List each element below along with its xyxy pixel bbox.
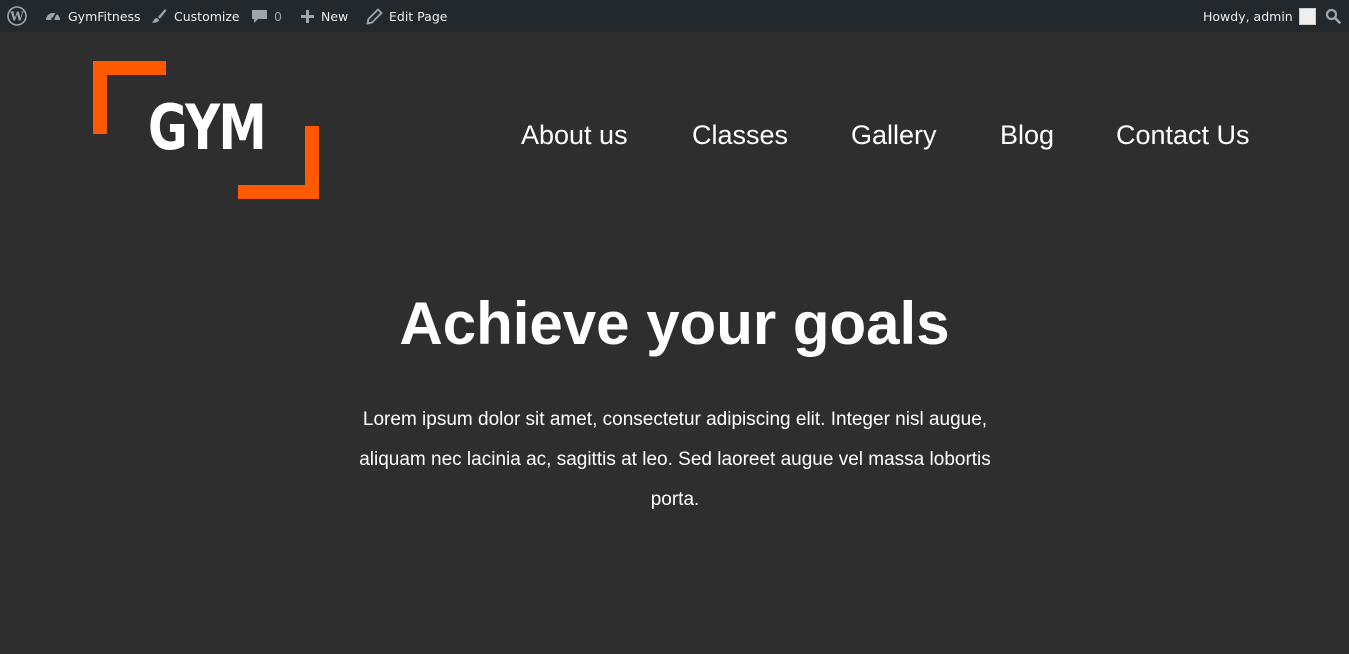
wordpress-icon: W (7, 6, 27, 26)
account-menu[interactable]: Howdy, admin (1203, 0, 1316, 32)
comments-count: 0 (274, 8, 282, 24)
admin-bar: W GymFitness Customize 0 New Edit Page H… (0, 0, 1349, 32)
howdy-label: Howdy, admin (1203, 8, 1293, 24)
nav-about-us[interactable]: About us (521, 112, 628, 158)
search-button[interactable] (1325, 0, 1341, 32)
dashboard-icon (44, 7, 62, 25)
logo-bracket-left (93, 61, 107, 134)
site-name-button[interactable]: GymFitness (44, 0, 141, 32)
site-name-label: GymFitness (68, 8, 141, 24)
comment-icon (251, 8, 268, 25)
customize-button[interactable]: Customize (150, 0, 240, 32)
nav-contact-us[interactable]: Contact Us (1116, 112, 1250, 158)
nav-blog[interactable]: Blog (1000, 112, 1054, 158)
plus-icon (300, 9, 315, 24)
brush-icon (150, 7, 168, 25)
hero-title: Achieve your goals (399, 290, 950, 357)
customize-label: Customize (174, 8, 240, 24)
edit-page-label: Edit Page (389, 8, 448, 24)
new-label: New (321, 8, 349, 24)
svg-text:W: W (9, 10, 24, 24)
logo-text: GYM (148, 91, 267, 164)
hero-text: Lorem ipsum dolor sit amet, consectetur … (359, 409, 991, 510)
new-button[interactable]: New (300, 0, 348, 32)
edit-page-button[interactable]: Edit Page (366, 0, 447, 32)
avatar (1298, 7, 1316, 25)
pencil-icon (366, 7, 383, 25)
nav-classes[interactable]: Classes (692, 112, 788, 158)
search-icon (1325, 8, 1341, 24)
logo-bracket-bottom (238, 185, 319, 199)
comments-button[interactable]: 0 (251, 0, 282, 32)
wp-logo-button[interactable]: W (7, 0, 27, 32)
nav-gallery[interactable]: Gallery (851, 112, 937, 158)
site-logo[interactable]: GYM (93, 61, 319, 199)
